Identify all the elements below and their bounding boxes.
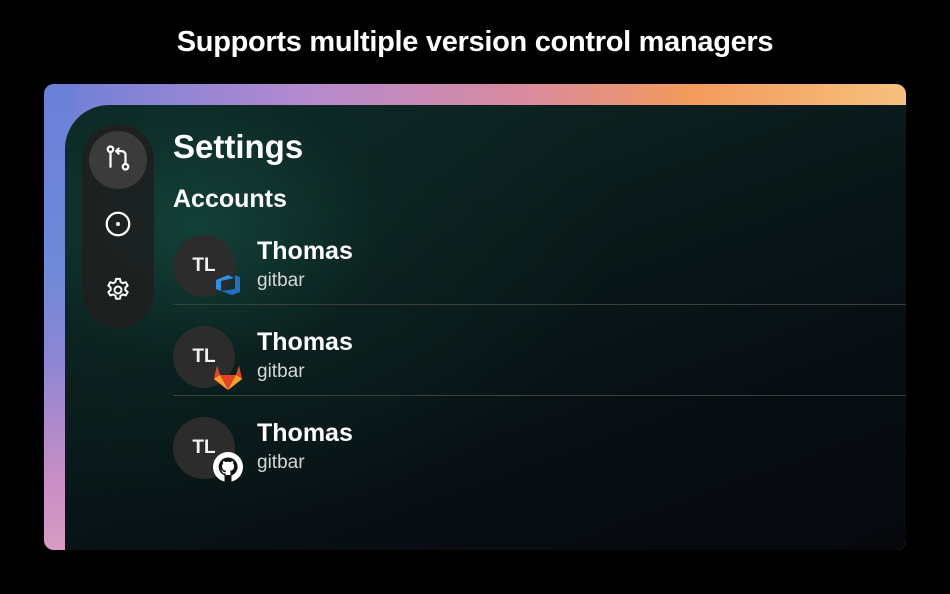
settings-window: Settings Accounts TL Thomas gitbar TL Th… xyxy=(65,105,906,550)
gitlab-icon xyxy=(211,359,245,393)
account-row[interactable]: TL Thomas gitbar xyxy=(173,230,906,321)
sidebar xyxy=(82,124,154,328)
pull-request-icon xyxy=(103,143,133,178)
issue-circle-icon xyxy=(103,209,133,244)
github-icon xyxy=(211,450,245,484)
page-title: Settings xyxy=(173,128,304,165)
sidebar-item-settings[interactable] xyxy=(89,263,147,321)
account-row[interactable]: TL Thomas gitbar xyxy=(173,412,906,503)
account-row[interactable]: TL Thomas gitbar xyxy=(173,321,906,412)
account-name: Thomas xyxy=(257,328,353,356)
app-frame: Settings Accounts TL Thomas gitbar TL Th… xyxy=(44,84,906,550)
azure-devops-icon xyxy=(211,268,245,302)
account-handle: gitbar xyxy=(257,270,305,291)
gear-icon xyxy=(104,276,132,309)
section-title-accounts: Accounts xyxy=(173,185,287,213)
sidebar-item-pull-requests[interactable] xyxy=(89,131,147,189)
divider xyxy=(173,395,906,396)
headline: Supports multiple version control manage… xyxy=(176,26,774,58)
sidebar-item-issues[interactable] xyxy=(89,197,147,255)
divider xyxy=(173,304,906,305)
account-handle: gitbar xyxy=(257,361,305,382)
account-handle: gitbar xyxy=(257,452,305,473)
account-name: Thomas xyxy=(257,237,353,265)
account-name: Thomas xyxy=(257,419,353,447)
